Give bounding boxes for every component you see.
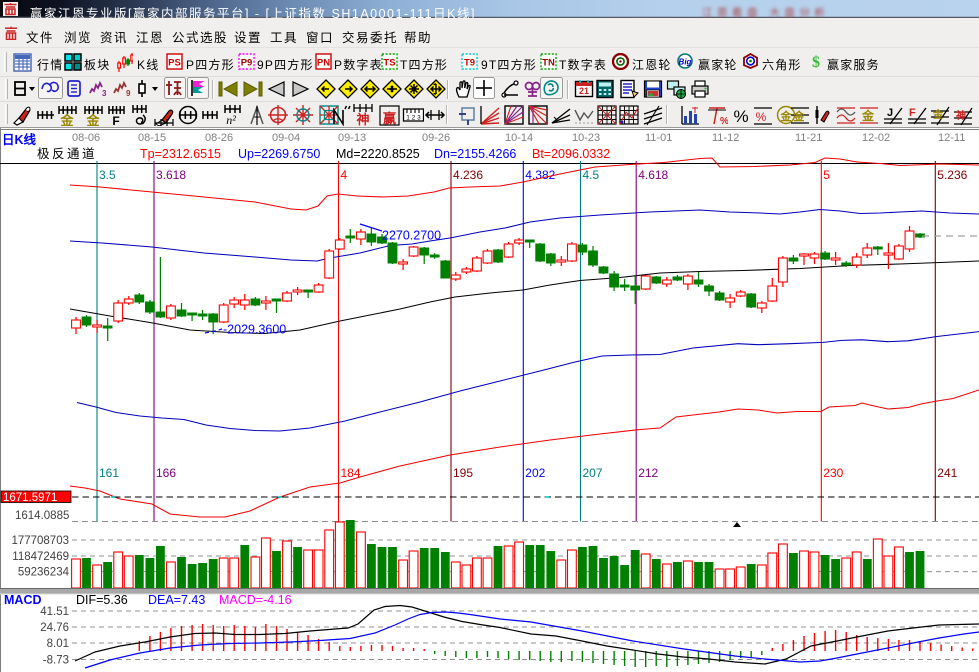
svg-text:11-21: 11-21 — [795, 132, 822, 144]
svg-text:Dn=2155.4266: Dn=2155.4266 — [434, 147, 516, 161]
svg-text:DIF=5.36: DIF=5.36 — [76, 593, 128, 607]
svg-text:11-12: 11-12 — [712, 132, 739, 144]
svg-text:202: 202 — [525, 466, 545, 480]
svg-text:金: 金 — [85, 113, 100, 126]
svg-text:Bt=2096.0332: Bt=2096.0332 — [532, 147, 610, 161]
svg-text:%: % — [720, 116, 728, 126]
svg-text:10-23: 10-23 — [572, 132, 600, 144]
svg-text:4.382: 4.382 — [525, 168, 555, 182]
svg-text:2270.2700: 2270.2700 — [382, 229, 441, 243]
svg-text:MACD: MACD — [4, 593, 42, 607]
svg-text:241: 241 — [937, 466, 957, 480]
svg-text:MACD=-4.16: MACD=-4.16 — [219, 593, 292, 607]
svg-text:12-02: 12-02 — [862, 132, 890, 144]
svg-text:166: 166 — [156, 466, 176, 480]
svg-text:4.5: 4.5 — [583, 168, 600, 182]
svg-text:207: 207 — [583, 466, 603, 480]
svg-text:3: 3 — [102, 89, 107, 98]
svg-text:J: J — [887, 107, 893, 119]
svg-text:T9: T9 — [464, 58, 475, 69]
svg-text:Tp=2312.6515: Tp=2312.6515 — [140, 147, 221, 161]
svg-text:1671.5971: 1671.5971 — [3, 492, 57, 504]
svg-text:n²: n² — [226, 113, 236, 126]
svg-text:12-11: 12-11 — [938, 132, 965, 144]
svg-text:212: 212 — [638, 466, 658, 480]
svg-text:09-26: 09-26 — [422, 132, 450, 144]
svg-text:日K线: 日K线 — [2, 132, 37, 147]
svg-text:$: $ — [812, 54, 820, 70]
svg-text:F: F — [112, 114, 119, 126]
svg-text:3.5: 3.5 — [99, 168, 116, 182]
svg-text:59236234: 59236234 — [18, 567, 70, 579]
svg-text:Big: Big — [679, 58, 692, 67]
svg-text:PS: PS — [168, 58, 181, 69]
svg-text:3.618: 3.618 — [156, 168, 186, 182]
svg-text:极反通道: 极反通道 — [37, 147, 97, 161]
svg-text:195: 195 — [453, 466, 473, 480]
svg-text:-8.73: -8.73 — [43, 655, 69, 667]
svg-text:5.236: 5.236 — [937, 168, 967, 182]
svg-text:Md=2220.8525: Md=2220.8525 — [336, 147, 420, 161]
svg-text:09-04: 09-04 — [272, 132, 300, 144]
svg-text:08-26: 08-26 — [205, 132, 233, 144]
svg-text:P9: P9 — [241, 58, 253, 69]
svg-text:161: 161 — [99, 466, 119, 480]
svg-text:-2029.3600: -2029.3600 — [223, 323, 286, 337]
svg-text:F: F — [909, 107, 916, 119]
svg-text:DEA=7.43: DEA=7.43 — [148, 593, 205, 607]
svg-text:24.76: 24.76 — [40, 622, 69, 634]
svg-text:金: 金 — [861, 108, 875, 123]
svg-text:PN: PN — [317, 58, 330, 69]
svg-text:118472469: 118472469 — [12, 551, 69, 563]
svg-text:%: % — [756, 110, 767, 124]
svg-text:8.01: 8.01 — [47, 638, 69, 650]
svg-text:10-14: 10-14 — [505, 132, 533, 144]
svg-text:金: 金 — [59, 113, 74, 126]
svg-text:1614.0885: 1614.0885 — [15, 510, 69, 522]
svg-text:21: 21 — [579, 86, 589, 96]
svg-text:177708703: 177708703 — [11, 535, 69, 547]
svg-text:4: 4 — [341, 168, 348, 182]
svg-text:08-15: 08-15 — [138, 132, 166, 144]
svg-text:金: 金 — [793, 109, 806, 123]
svg-text:1 2 3: 1 2 3 — [406, 115, 421, 122]
svg-text:TN: TN — [542, 58, 555, 69]
svg-text:4.618: 4.618 — [638, 168, 668, 182]
svg-text:%: % — [733, 107, 748, 126]
svg-text:09-13: 09-13 — [338, 132, 366, 144]
svg-text:赢: 赢 — [383, 111, 396, 126]
svg-text:9: 9 — [126, 89, 131, 98]
svg-text:4.236: 4.236 — [453, 168, 483, 182]
svg-text:230: 230 — [823, 466, 843, 480]
svg-text:神: 神 — [356, 112, 369, 126]
svg-text:神: 神 — [956, 109, 966, 122]
svg-text:TS: TS — [383, 58, 395, 69]
svg-text:金: 金 — [932, 108, 944, 121]
svg-text:5: 5 — [823, 168, 830, 182]
svg-text:Up=2269.6750: Up=2269.6750 — [238, 147, 320, 161]
svg-text:41.51: 41.51 — [40, 606, 69, 618]
svg-text:08-06: 08-06 — [72, 132, 100, 144]
svg-text:11-01: 11-01 — [645, 132, 672, 144]
